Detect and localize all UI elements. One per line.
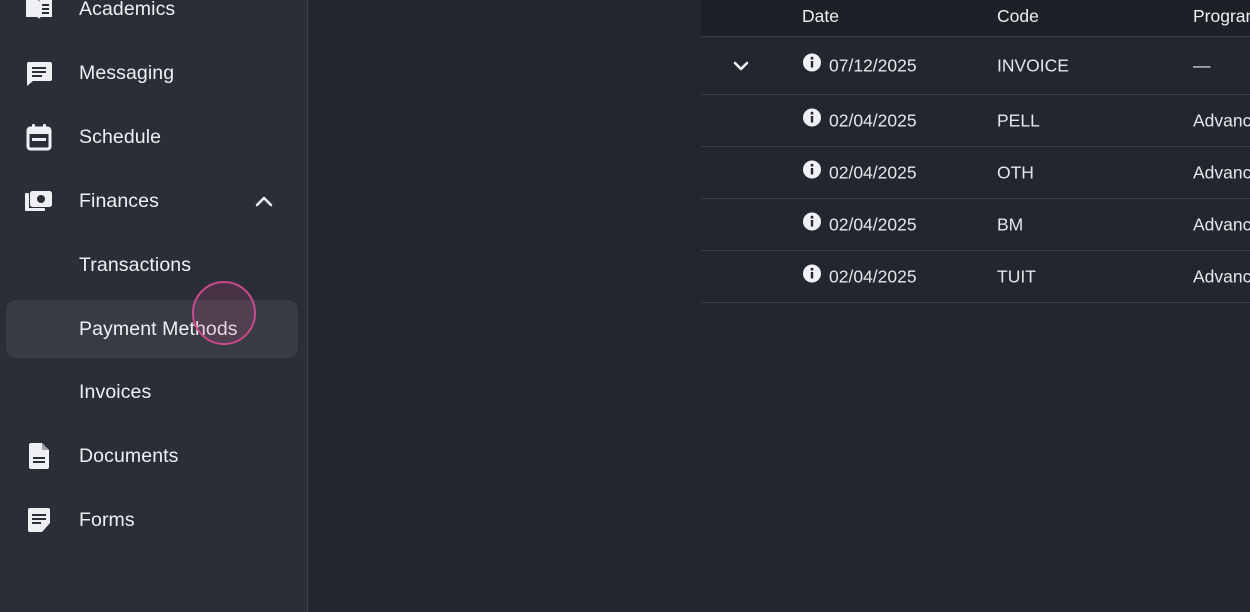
code-cell: TUIT: [997, 266, 1036, 286]
date-value: 02/04/2025: [829, 266, 917, 286]
sidebar-item-documents[interactable]: Documents: [6, 427, 298, 485]
date-cell: 02/04/2025: [802, 212, 917, 235]
app-window: Academics Messaging Schedule Finances Tr…: [0, 0, 1250, 612]
code-cell: BM: [997, 214, 1024, 234]
table-header: Date Code Program: [701, 0, 1250, 37]
column-header-program[interactable]: Program: [1193, 6, 1250, 27]
chevron-up-icon[interactable]: [254, 191, 274, 211]
calendar-icon: [24, 122, 54, 152]
code-cell: INVOICE: [997, 55, 1069, 75]
book-icon: [24, 0, 54, 24]
date-cell: 02/04/2025: [802, 108, 917, 131]
chevron-down-icon[interactable]: [729, 54, 753, 78]
program-cell: Advanced: [1193, 110, 1250, 130]
sidebar-item-label: Messaging: [79, 61, 175, 84]
sidebar-item-forms[interactable]: Forms: [6, 491, 298, 549]
form-icon: [24, 505, 54, 535]
table-row[interactable]: 02/04/2025 TUIT Advanced: [701, 251, 1250, 303]
date-value: 07/12/2025: [829, 55, 917, 75]
click-ripple: [192, 281, 256, 345]
table-row[interactable]: 07/12/2025 INVOICE —: [701, 37, 1250, 95]
sidebar-item-invoices[interactable]: Invoices: [6, 363, 298, 421]
column-header-code[interactable]: Code: [997, 6, 1039, 27]
program-cell: Advanced: [1193, 266, 1250, 286]
date-value: 02/04/2025: [829, 162, 917, 182]
column-header-date[interactable]: Date: [802, 6, 839, 27]
program-cell: Advanced: [1193, 162, 1250, 182]
info-icon[interactable]: [802, 108, 822, 128]
info-icon[interactable]: [802, 53, 822, 73]
code-cell: OTH: [997, 162, 1034, 182]
sidebar-item-schedule[interactable]: Schedule: [6, 108, 298, 166]
date-cell: 07/12/2025: [802, 53, 917, 76]
sidebar-item-academics[interactable]: Academics: [6, 0, 298, 38]
table-row[interactable]: 02/04/2025 BM Advanced: [701, 199, 1250, 251]
info-icon[interactable]: [802, 264, 822, 284]
table-row[interactable]: 02/04/2025 OTH Advanced: [701, 147, 1250, 199]
date-value: 02/04/2025: [829, 110, 917, 130]
sidebar-item-finances[interactable]: Finances: [6, 172, 298, 230]
sidebar-item-label: Transactions: [79, 253, 192, 276]
sidebar-item-label: Forms: [79, 508, 135, 531]
main-content: Date Code Program 07/12/2025: [309, 0, 1250, 612]
sidebar-item-label: Documents: [79, 444, 179, 467]
program-cell: Advanced: [1193, 214, 1250, 234]
sidebar-item-label: Invoices: [79, 380, 152, 403]
date-cell: 02/04/2025: [802, 264, 917, 287]
info-icon[interactable]: [802, 212, 822, 232]
date-cell: 02/04/2025: [802, 160, 917, 183]
sidebar-item-label: Academics: [79, 0, 176, 20]
wallet-icon: [24, 186, 54, 216]
date-value: 02/04/2025: [829, 214, 917, 234]
message-icon: [24, 58, 54, 88]
sidebar: Academics Messaging Schedule Finances Tr…: [0, 0, 308, 612]
table-row[interactable]: 02/04/2025 PELL Advanced: [701, 95, 1250, 147]
sidebar-item-messaging[interactable]: Messaging: [6, 44, 298, 102]
info-icon[interactable]: [802, 160, 822, 180]
document-icon: [24, 441, 54, 471]
program-cell: —: [1193, 55, 1211, 75]
code-cell: PELL: [997, 110, 1040, 130]
sidebar-item-transactions[interactable]: Transactions: [6, 236, 298, 294]
sidebar-item-label: Schedule: [79, 125, 162, 148]
transactions-table: Date Code Program 07/12/2025: [701, 0, 1250, 303]
sidebar-item-label: Finances: [79, 189, 159, 212]
